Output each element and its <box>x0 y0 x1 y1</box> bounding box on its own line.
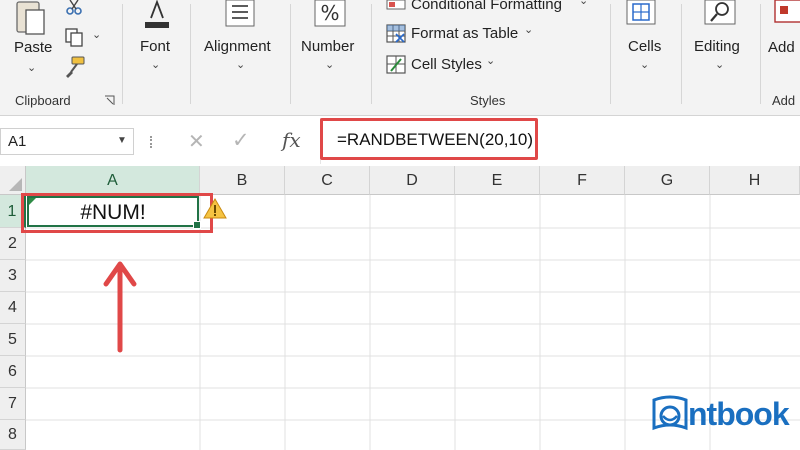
select-all-icon <box>9 178 22 191</box>
cells-button-label[interactable]: Cells <box>628 38 661 55</box>
worksheet-grid[interactable]: A B C D E F G H 1 2 3 4 5 6 7 8 #NUM! nt… <box>0 166 800 450</box>
alignment-icon <box>225 0 255 27</box>
brand-logo-icon <box>652 395 688 431</box>
formula-bar-grip-icon[interactable] <box>150 136 155 148</box>
copy-icon[interactable] <box>64 27 84 47</box>
percent-icon: % <box>314 0 346 27</box>
clipboard-group: Paste ⌄ ⌄ Clipboard <box>0 0 122 115</box>
find-icon <box>704 0 736 25</box>
name-box-value: A1 <box>8 133 27 150</box>
add-ins-group-label: Add <box>772 93 796 108</box>
font-chevron-icon[interactable]: ⌄ <box>151 58 160 71</box>
cells-group[interactable]: Cells ⌄ <box>612 0 680 115</box>
row-header-5[interactable]: 5 <box>0 324 26 356</box>
add-ins-button-label[interactable]: Add <box>768 39 795 56</box>
row-header-6[interactable]: 6 <box>0 356 26 388</box>
cell-styles-icon <box>386 55 406 74</box>
ribbon: Paste ⌄ ⌄ Clipboard Font ⌄ Alignment ⌄ %… <box>0 0 800 116</box>
column-header-e[interactable]: E <box>455 166 540 195</box>
number-chevron-icon[interactable]: ⌄ <box>325 58 334 71</box>
ribbon-separator <box>190 4 191 104</box>
styles-group: Conditional Formatting ⌄ Format as Table… <box>372 0 610 115</box>
editing-group[interactable]: Editing ⌄ <box>683 0 759 115</box>
formula-highlight-box <box>320 118 538 160</box>
enter-icon[interactable]: ✓ <box>232 128 250 153</box>
clipboard-launcher-icon[interactable] <box>104 95 115 106</box>
format-painter-icon[interactable] <box>64 56 86 78</box>
svg-text:%: % <box>320 1 339 25</box>
alignment-button-label[interactable]: Alignment <box>204 38 271 55</box>
cancel-icon[interactable]: ✕ <box>188 129 205 154</box>
column-header-h[interactable]: H <box>710 166 800 195</box>
ribbon-separator <box>681 4 682 104</box>
name-box-dropdown-icon[interactable]: ▼ <box>117 135 127 146</box>
editing-button-label[interactable]: Editing <box>694 38 740 55</box>
name-box[interactable]: A1 ▼ <box>0 128 134 155</box>
column-header-g[interactable]: G <box>625 166 710 195</box>
cut-icon[interactable] <box>64 0 84 16</box>
ribbon-separator <box>610 4 611 104</box>
column-header-a[interactable]: A <box>26 166 200 195</box>
format-as-table-icon <box>386 24 406 43</box>
conditional-formatting-button[interactable]: Conditional Formatting <box>411 0 562 13</box>
column-header-c[interactable]: C <box>285 166 370 195</box>
ribbon-separator <box>122 4 123 104</box>
alignment-group[interactable]: Alignment ⌄ <box>192 0 288 115</box>
conditional-formatting-chevron-icon[interactable]: ⌄ <box>579 0 588 7</box>
cells-chevron-icon[interactable]: ⌄ <box>640 58 649 71</box>
ribbon-separator <box>290 4 291 104</box>
row-header-3[interactable]: 3 <box>0 260 26 292</box>
brand-logo-text: ntbook <box>688 396 790 432</box>
alignment-chevron-icon[interactable]: ⌄ <box>236 58 245 71</box>
styles-group-label: Styles <box>470 93 506 108</box>
warning-icon[interactable] <box>203 198 227 220</box>
cell-styles-button[interactable]: Cell Styles <box>411 56 482 73</box>
row-header-8[interactable]: 8 <box>0 420 26 450</box>
clipboard-group-label: Clipboard <box>15 93 71 108</box>
font-group[interactable]: Font ⌄ <box>124 0 190 115</box>
arrow-up-icon <box>103 261 137 353</box>
editing-chevron-icon[interactable]: ⌄ <box>715 58 724 71</box>
format-as-table-chevron-icon[interactable]: ⌄ <box>524 23 533 36</box>
number-button-label[interactable]: Number <box>301 38 354 55</box>
paste-icon[interactable] <box>14 0 48 36</box>
row-header-4[interactable]: 4 <box>0 292 26 324</box>
paste-button-label[interactable]: Paste <box>14 39 52 56</box>
column-header-f[interactable]: F <box>540 166 625 195</box>
select-all-button[interactable] <box>0 166 26 195</box>
number-group[interactable]: % Number ⌄ <box>292 0 370 115</box>
brand-watermark: ntbook <box>648 392 800 442</box>
insert-function-icon[interactable]: fx <box>282 128 301 152</box>
font-button-label[interactable]: Font <box>140 38 170 55</box>
add-ins-group[interactable]: Add Add <box>762 0 800 115</box>
ribbon-separator <box>760 4 761 104</box>
column-header-b[interactable]: B <box>200 166 285 195</box>
cells-icon <box>626 0 656 25</box>
row-header-7[interactable]: 7 <box>0 388 26 420</box>
paste-chevron-icon[interactable]: ⌄ <box>27 61 36 74</box>
copy-chevron-icon[interactable]: ⌄ <box>92 28 101 41</box>
cell-highlight-box <box>21 193 213 233</box>
cell-styles-chevron-icon[interactable]: ⌄ <box>486 54 495 67</box>
add-ins-icon <box>774 0 800 23</box>
column-header-d[interactable]: D <box>370 166 455 195</box>
format-as-table-button[interactable]: Format as Table <box>411 25 518 42</box>
conditional-formatting-icon <box>386 0 406 10</box>
font-color-icon <box>145 0 169 28</box>
